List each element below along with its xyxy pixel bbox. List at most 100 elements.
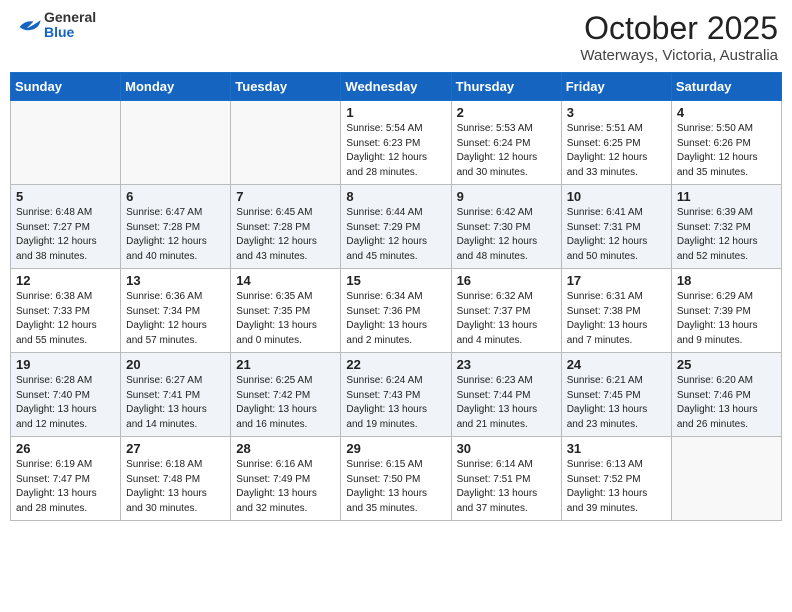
logo-general: General [44,10,96,25]
week-row-1: 1Sunrise: 5:54 AM Sunset: 6:23 PM Daylig… [11,101,782,185]
day-number: 2 [457,105,556,120]
day-number: 11 [677,189,776,204]
day-cell: 2 Sunrise: 5:53 AM Sunset: 6:24 PM Daylig… [451,101,561,185]
day-number: 5 [16,189,115,204]
week-row-5: 26 Sunrise: 6:19 AM Sunset: 7:47 PM Dayli… [11,437,782,521]
day-cell: 5 Sunrise: 6:48 AM Sunset: 7:27 PM Daylig… [11,185,121,269]
day-number: 6 [126,189,225,204]
week-row-3: 12Sunrise: 6:38 AM Sunset: 7:33 PM Dayli… [11,269,782,353]
day-cell: 10 Sunrise: 6:41 AM Sunset: 7:31 PM Dayli… [561,185,671,269]
day-cell: 3 Sunrise: 5:51 AM Sunset: 6:25 PM Daylig… [561,101,671,185]
day-info: Sunrise: 6:38 AM Sunset: 7:33 PM Dayligh… [16,290,115,348]
day-info: Sunrise: 6:24 AM Sunset: 7:43 PM Dayligh… [346,374,445,432]
day-info: Sunrise: 5:50 AM Sunset: 6:26 PM Dayligh… [677,122,776,180]
day-cell [671,437,781,521]
weekday-header-row: SundayMondayTuesdayWednesdayThursdayFrid… [11,73,782,101]
day-number: 27 [126,441,225,456]
day-info: Sunrise: 6:47 AM Sunset: 7:28 PM Dayligh… [126,206,225,264]
weekday-header-monday: Monday [121,73,231,101]
day-number: 29 [346,441,445,456]
day-info: Sunrise: 6:28 AM Sunset: 7:40 PM Dayligh… [16,374,115,432]
calendar-table: SundayMondayTuesdayWednesdayThursdayFrid… [10,72,782,521]
day-number: 9 [457,189,556,204]
weekday-header-saturday: Saturday [671,73,781,101]
day-info: Sunrise: 6:18 AM Sunset: 7:48 PM Dayligh… [126,458,225,516]
day-number: 1 [346,105,445,120]
day-number: 7 [236,189,335,204]
day-cell: 21 Sunrise: 6:25 AM Sunset: 7:42 PM Dayli… [231,353,341,437]
day-number: 28 [236,441,335,456]
day-cell: 12Sunrise: 6:38 AM Sunset: 7:33 PM Dayli… [11,269,121,353]
day-info: Sunrise: 6:15 AM Sunset: 7:50 PM Dayligh… [346,458,445,516]
day-number: 23 [457,357,556,372]
day-cell: 27 Sunrise: 6:18 AM Sunset: 7:48 PM Dayli… [121,437,231,521]
page-header: General Blue October 2025 Waterways, Vic… [10,10,782,64]
day-cell: 26 Sunrise: 6:19 AM Sunset: 7:47 PM Dayli… [11,437,121,521]
logo-blue: Blue [44,25,96,40]
day-number: 18 [677,273,776,288]
day-info: Sunrise: 6:34 AM Sunset: 7:36 PM Dayligh… [346,290,445,348]
day-info: Sunrise: 6:14 AM Sunset: 7:51 PM Dayligh… [457,458,556,516]
day-number: 17 [567,273,666,288]
day-cell [231,101,341,185]
weekday-header-wednesday: Wednesday [341,73,451,101]
day-info: Sunrise: 6:19 AM Sunset: 7:47 PM Dayligh… [16,458,115,516]
day-info: Sunrise: 6:48 AM Sunset: 7:27 PM Dayligh… [16,206,115,264]
day-cell: 18 Sunrise: 6:29 AM Sunset: 7:39 PM Dayli… [671,269,781,353]
day-number: 24 [567,357,666,372]
day-number: 4 [677,105,776,120]
week-row-4: 19Sunrise: 6:28 AM Sunset: 7:40 PM Dayli… [11,353,782,437]
weekday-header-sunday: Sunday [11,73,121,101]
month-title: October 2025 [580,10,778,47]
day-cell: 11 Sunrise: 6:39 AM Sunset: 7:32 PM Dayli… [671,185,781,269]
day-number: 21 [236,357,335,372]
day-info: Sunrise: 6:41 AM Sunset: 7:31 PM Dayligh… [567,206,666,264]
day-cell: 13 Sunrise: 6:36 AM Sunset: 7:34 PM Dayli… [121,269,231,353]
logo-text: General Blue [44,10,96,41]
day-info: Sunrise: 5:51 AM Sunset: 6:25 PM Dayligh… [567,122,666,180]
day-info: Sunrise: 6:39 AM Sunset: 7:32 PM Dayligh… [677,206,776,264]
day-number: 25 [677,357,776,372]
day-number: 30 [457,441,556,456]
day-info: Sunrise: 6:20 AM Sunset: 7:46 PM Dayligh… [677,374,776,432]
day-info: Sunrise: 6:16 AM Sunset: 7:49 PM Dayligh… [236,458,335,516]
day-info: Sunrise: 6:36 AM Sunset: 7:34 PM Dayligh… [126,290,225,348]
day-info: Sunrise: 6:13 AM Sunset: 7:52 PM Dayligh… [567,458,666,516]
day-cell: 15Sunrise: 6:34 AM Sunset: 7:36 PM Dayli… [341,269,451,353]
day-info: Sunrise: 6:45 AM Sunset: 7:28 PM Dayligh… [236,206,335,264]
title-block: October 2025 Waterways, Victoria, Austra… [580,10,778,64]
day-number: 16 [457,273,556,288]
week-row-2: 5 Sunrise: 6:48 AM Sunset: 7:27 PM Daylig… [11,185,782,269]
day-info: Sunrise: 6:42 AM Sunset: 7:30 PM Dayligh… [457,206,556,264]
day-info: Sunrise: 6:23 AM Sunset: 7:44 PM Dayligh… [457,374,556,432]
day-info: Sunrise: 6:29 AM Sunset: 7:39 PM Dayligh… [677,290,776,348]
day-number: 8 [346,189,445,204]
day-cell: 31 Sunrise: 6:13 AM Sunset: 7:52 PM Dayli… [561,437,671,521]
day-cell: 8 Sunrise: 6:44 AM Sunset: 7:29 PM Daylig… [341,185,451,269]
day-cell: 20Sunrise: 6:27 AM Sunset: 7:41 PM Dayli… [121,353,231,437]
weekday-header-thursday: Thursday [451,73,561,101]
weekday-header-tuesday: Tuesday [231,73,341,101]
day-cell: 29 Sunrise: 6:15 AM Sunset: 7:50 PM Dayli… [341,437,451,521]
day-info: Sunrise: 6:32 AM Sunset: 7:37 PM Dayligh… [457,290,556,348]
day-number: 10 [567,189,666,204]
day-cell: 23 Sunrise: 6:23 AM Sunset: 7:44 PM Dayli… [451,353,561,437]
day-cell: 19Sunrise: 6:28 AM Sunset: 7:40 PM Dayli… [11,353,121,437]
day-info: Sunrise: 6:44 AM Sunset: 7:29 PM Dayligh… [346,206,445,264]
day-number: 31 [567,441,666,456]
day-number: 20 [126,357,225,372]
day-cell: 4 Sunrise: 5:50 AM Sunset: 6:26 PM Daylig… [671,101,781,185]
day-info: Sunrise: 6:25 AM Sunset: 7:42 PM Dayligh… [236,374,335,432]
day-info: Sunrise: 5:53 AM Sunset: 6:24 PM Dayligh… [457,122,556,180]
day-cell: 7 Sunrise: 6:45 AM Sunset: 7:28 PM Daylig… [231,185,341,269]
day-cell: 30 Sunrise: 6:14 AM Sunset: 7:51 PM Dayli… [451,437,561,521]
day-cell: 24Sunrise: 6:21 AM Sunset: 7:45 PM Dayli… [561,353,671,437]
day-cell: 25 Sunrise: 6:20 AM Sunset: 7:46 PM Dayli… [671,353,781,437]
day-cell: 6 Sunrise: 6:47 AM Sunset: 7:28 PM Daylig… [121,185,231,269]
day-number: 13 [126,273,225,288]
day-number: 22 [346,357,445,372]
weekday-header-friday: Friday [561,73,671,101]
day-number: 26 [16,441,115,456]
day-number: 3 [567,105,666,120]
location: Waterways, Victoria, Australia [580,47,778,64]
